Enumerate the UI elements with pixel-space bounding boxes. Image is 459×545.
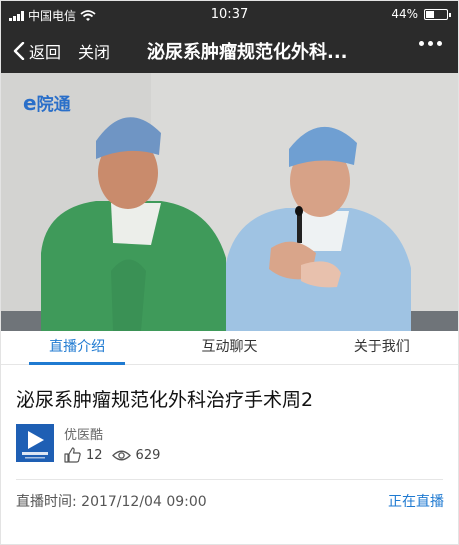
watermark-e: e: [23, 91, 37, 115]
channel-logo[interactable]: [16, 424, 54, 462]
video-player[interactable]: e院通: [1, 73, 458, 331]
watermark-logo: e院通: [23, 90, 71, 115]
broadcast-time-label: 直播时间:: [16, 494, 77, 510]
chevron-left-icon: [13, 42, 25, 60]
tab-interactive-chat[interactable]: 互动聊天: [153, 331, 305, 364]
play-icon: [16, 424, 54, 462]
watermark-text: 院通: [36, 95, 71, 115]
page-title: 泌尿系肿瘤规范化外科...: [147, 42, 348, 63]
channel-name[interactable]: 优医酷: [64, 424, 103, 443]
divider: [16, 479, 443, 480]
battery-level: [426, 10, 434, 18]
status-time: 10:37: [210, 7, 249, 22]
tab-live-intro[interactable]: 直播介绍: [1, 331, 153, 365]
stats-row: 12 629: [64, 447, 160, 463]
app-frame: 中国电信 10:37 44% 返回 关闭 泌尿系肿瘤规范化外科... e院通 直…: [0, 0, 459, 545]
eye-icon: [111, 450, 131, 460]
program-title: 泌尿系肿瘤规范化外科治疗手术周2: [16, 389, 314, 411]
back-button[interactable]: 返回: [13, 39, 61, 63]
broadcast-time-value: 2017/12/04 09:00: [81, 494, 207, 510]
live-status[interactable]: 正在直播: [388, 491, 444, 511]
like-count: 12: [86, 447, 103, 463]
broadcast-time: 直播时间: 2017/12/04 09:00: [16, 491, 207, 511]
nav-bar: 返回 关闭 泌尿系肿瘤规范化外科...: [1, 27, 458, 73]
thumbs-up-icon[interactable]: [64, 447, 81, 463]
battery-icon: [424, 8, 451, 20]
view-count: 629: [135, 447, 161, 463]
battery-percent: 44%: [391, 7, 418, 21]
close-button[interactable]: 关闭: [78, 39, 110, 63]
tab-about-us[interactable]: 关于我们: [306, 331, 458, 364]
back-label: 返回: [29, 43, 62, 62]
more-icon[interactable]: [419, 41, 442, 46]
status-right: 44%: [391, 7, 451, 21]
status-bar: 中国电信 10:37 44%: [1, 1, 458, 27]
tab-bar: 直播介绍 互动聊天 关于我们: [1, 331, 458, 365]
